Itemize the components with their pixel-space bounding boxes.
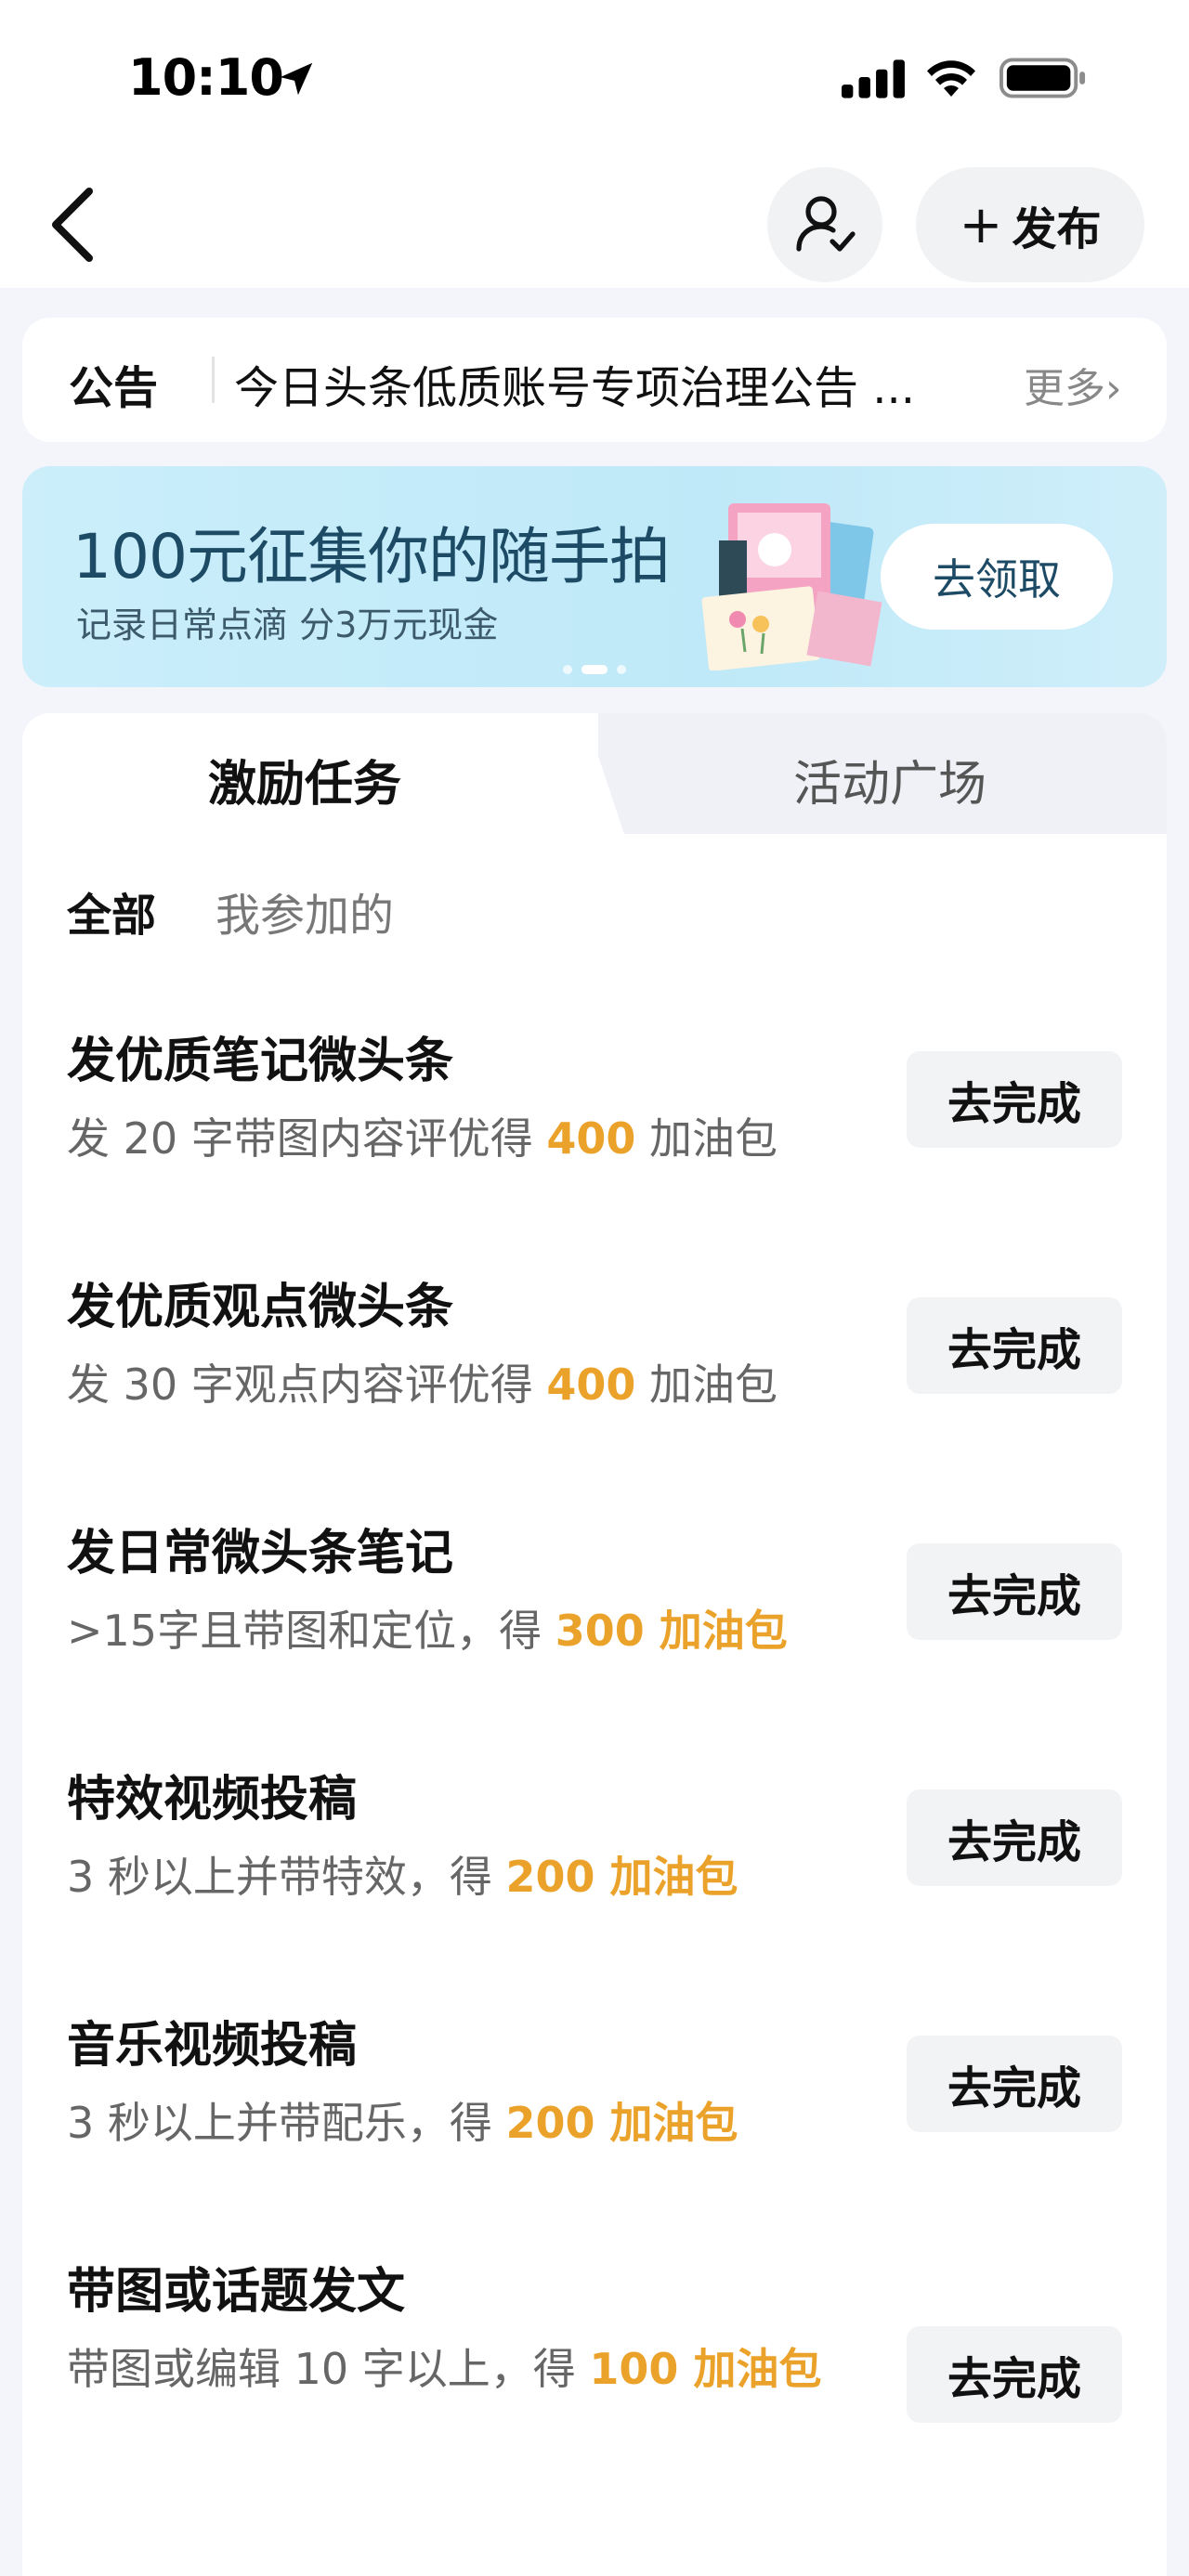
task-description: >15字且带图和定位，得 300 加油包 — [67, 1592, 884, 1670]
user-check-icon — [796, 196, 856, 252]
task-title: 发优质笔记微头条 — [67, 1034, 454, 1089]
tab-bar: 激励任务 活动广场 — [22, 713, 1167, 834]
task-description: 3 秒以上并带特效，得 200 加油包 — [67, 1838, 884, 1916]
nav-bar: + 发布 — [0, 158, 1189, 288]
task-title: 音乐视频投稿 — [67, 2018, 358, 2074]
task-title: 发优质观点微头条 — [67, 1280, 454, 1335]
task-reward: 400 — [546, 1360, 636, 1410]
plus-icon: + — [959, 194, 1003, 255]
tasks-card: 激励任务 活动广场 全部 我参加的 发优质笔记微头条 发 20 字带图内容评优得… — [22, 713, 1167, 2576]
announcement-tag: 公告 — [69, 362, 159, 414]
complete-button[interactable]: 去完成 — [907, 1051, 1122, 1148]
carousel-dots — [563, 665, 626, 674]
banner-subtitle: 记录日常点滴 分3万元现金 — [76, 605, 499, 645]
status-time: 10:10 — [128, 48, 284, 107]
task-reward: 300 加油包 — [555, 1606, 788, 1656]
carousel-dot — [617, 665, 626, 674]
filter-all[interactable]: 全部 — [67, 878, 156, 943]
task-reward: 400 — [546, 1113, 636, 1164]
task-reward: 200 加油包 — [505, 1852, 738, 1902]
task-desc-text: >15字且带图和定位，得 — [67, 1606, 555, 1656]
banner-title: 100元征集你的随手拍 — [72, 521, 671, 592]
task-reward: 100 加油包 — [589, 2344, 822, 2394]
task-desc-suffix: 加油包 — [635, 1113, 778, 1164]
task-description: 3 秒以上并带配乐，得 200 加油包 — [67, 2084, 884, 2162]
tab-incentive-tasks[interactable]: 激励任务 — [208, 745, 401, 814]
wifi-icon — [927, 60, 975, 97]
filter-joined[interactable]: 我参加的 — [216, 878, 394, 943]
announcement-bar[interactable]: 公告 今日头条低质账号专项治理公告 ... 更多› — [22, 318, 1167, 442]
complete-button[interactable]: 去完成 — [907, 1789, 1122, 1886]
photo-collage-illustration — [701, 503, 882, 670]
complete-button[interactable]: 去完成 — [907, 1297, 1122, 1394]
divider — [212, 357, 215, 403]
more-link[interactable]: 更多› — [1024, 355, 1122, 414]
complete-button[interactable]: 去完成 — [907, 1543, 1122, 1640]
task-reward: 200 加油包 — [505, 2098, 738, 2148]
task-desc-text: 3 秒以上并带特效，得 — [67, 1852, 506, 1902]
task-desc-text: 3 秒以上并带配乐，得 — [67, 2098, 506, 2148]
publish-label: 发布 — [1012, 203, 1102, 255]
task-description: 带图或编辑 10 字以上，得 100 加油包 — [67, 2330, 866, 2408]
announcement-text[interactable]: 今日头条低质账号专项治理公告 ... — [234, 351, 996, 416]
location-arrow-icon — [280, 62, 313, 96]
task-desc-suffix: 加油包 — [635, 1360, 778, 1410]
back-chevron-icon[interactable] — [45, 186, 100, 264]
tab-activity-plaza[interactable]: 活动广场 — [793, 745, 986, 814]
complete-button[interactable]: 去完成 — [907, 2036, 1122, 2132]
signal-icon — [842, 59, 905, 98]
task-desc-text: 发 30 字观点内容评优得 — [67, 1360, 547, 1410]
status-bar: 10:10 — [0, 0, 1189, 158]
publish-button[interactable]: + 发布 — [916, 167, 1144, 282]
complete-button[interactable]: 去完成 — [907, 2326, 1122, 2423]
task-filters: 全部 我参加的 — [67, 878, 394, 943]
battery-icon — [1000, 58, 1086, 98]
task-title: 发日常微头条笔记 — [67, 1526, 454, 1581]
task-description: 发 20 字带图内容评优得 400 加油包 — [67, 1099, 884, 1177]
task-title: 带图或话题发文 — [67, 2264, 406, 2320]
task-desc-text: 带图或编辑 10 字以上，得 — [67, 2344, 590, 2394]
promo-banner[interactable]: 100元征集你的随手拍 记录日常点滴 分3万元现金 去领取 — [22, 466, 1167, 687]
task-description: 发 30 字观点内容评优得 400 加油包 — [67, 1346, 884, 1424]
user-button[interactable] — [767, 167, 882, 282]
claim-button[interactable]: 去领取 — [881, 524, 1113, 630]
carousel-dot-active — [581, 665, 608, 674]
task-desc-text: 发 20 字带图内容评优得 — [67, 1113, 547, 1164]
task-title: 特效视频投稿 — [67, 1772, 358, 1828]
carousel-dot — [563, 665, 572, 674]
